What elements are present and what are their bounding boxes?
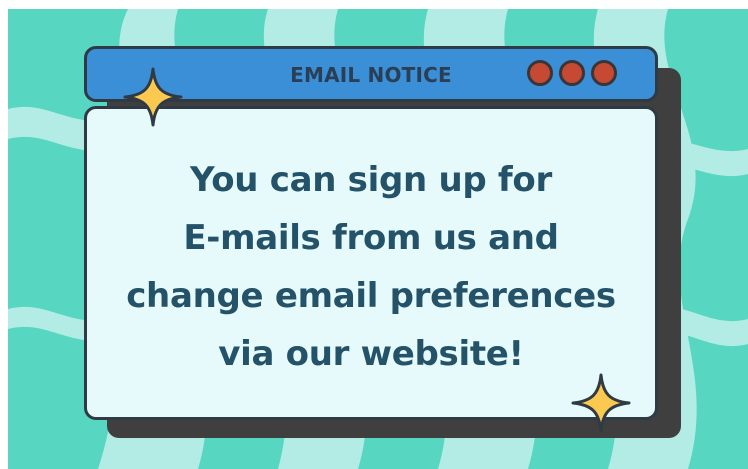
window-control-button[interactable] [591,60,617,86]
window-control-button[interactable] [559,60,585,86]
notice-message: You can sign up for E-mails from us and … [87,151,655,383]
window-controls [527,60,617,86]
sparkle-icon [123,67,183,127]
message-line: You can sign up for [190,160,552,200]
notice-graphic: EMAIL NOTICE You can sign up for E-mails… [0,0,748,469]
message-line: change email preferences [126,276,616,316]
window-control-button[interactable] [527,60,553,86]
sparkle-icon [571,373,631,433]
message-line: E-mails from us and [183,218,559,258]
